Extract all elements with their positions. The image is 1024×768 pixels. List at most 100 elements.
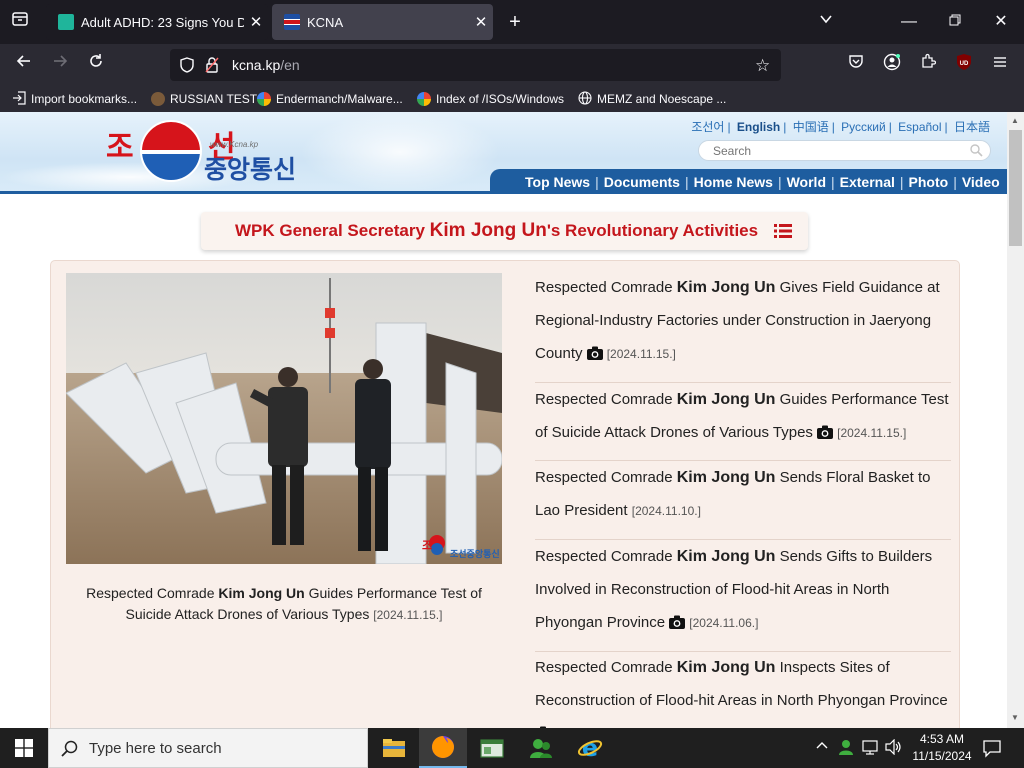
news-item[interactable]: Respected Comrade Kim Jong Un Sends Gift… (535, 540, 951, 652)
news-item[interactable]: Respected Comrade Kim Jong Un Guides Per… (535, 383, 951, 461)
logo-url: www.Kcna.kp (210, 140, 259, 149)
scroll-down-arrow-icon[interactable]: ▼ (1011, 713, 1019, 722)
tab-title: KCNA (307, 14, 344, 30)
news-item[interactable]: Respected Comrade Kim Jong Un Gives Fiel… (535, 271, 951, 383)
bookmark-russian-test[interactable]: RUSSIAN TEST (151, 90, 257, 108)
lang-english[interactable]: English (737, 120, 780, 134)
reload-icon[interactable] (84, 53, 108, 77)
messenger-icon[interactable] (517, 728, 565, 768)
nav-world[interactable]: World (787, 174, 826, 190)
forward-icon[interactable] (48, 53, 72, 77)
bookmark-index-isos[interactable]: Index of /ISOs/Windows (417, 90, 564, 108)
tracking-protection-icon[interactable] (179, 57, 195, 78)
main-navigation: Top News | Documents | Home News | World | E… (490, 169, 1007, 194)
google-icon (257, 92, 271, 106)
kcna-logo[interactable]: 조 선 www.Kcna.kp 중앙통신 (106, 118, 321, 188)
account-icon[interactable] (880, 53, 904, 77)
navigation-toolbar: kcna.kp/en ☆ UD (0, 44, 1024, 86)
list-icon[interactable] (774, 223, 792, 244)
taskbar-search-box[interactable]: Type here to search (48, 728, 368, 768)
language-bar: 조선어 | English | 中国语 | Русский | Español | 日本語 (691, 120, 990, 134)
svg-text:e: e (582, 735, 598, 761)
nav-documents[interactable]: Documents (604, 174, 680, 190)
nav-video[interactable]: Video (962, 174, 1000, 190)
new-tab-icon[interactable]: + (503, 10, 527, 34)
bookmark-label: Endermanch/Malware... (276, 92, 403, 106)
scroll-up-arrow-icon[interactable]: ▲ (1011, 116, 1019, 125)
bookmark-import[interactable]: Import bookmarks... (12, 90, 137, 108)
search-icon[interactable] (969, 143, 983, 162)
notifications-icon[interactable] (982, 738, 1002, 763)
bookmarks-toolbar: Import bookmarks... RUSSIAN TEST Enderma… (0, 86, 1024, 112)
camera-icon (535, 719, 551, 728)
google-icon (417, 92, 431, 106)
nav-photo[interactable]: Photo (909, 174, 949, 190)
show-hidden-icons-chevron[interactable] (816, 740, 828, 755)
windows-taskbar: Type here to search e 4:53 AM 11/15/2024 (0, 728, 1024, 768)
news-item[interactable]: Respected Comrade Kim Jong Un Inspects S… (535, 651, 951, 728)
revolutionary-activities-banner[interactable]: WPK General Secretary Kim Jong Un's Revo… (201, 212, 808, 250)
lang-spanish[interactable]: Español (898, 120, 941, 134)
internet-explorer-icon[interactable]: e (566, 728, 614, 768)
bookmark-endermanch[interactable]: Endermanch/Malware... (257, 90, 403, 108)
news-date: [2024.11.15.] (837, 426, 907, 440)
extensions-icon[interactable] (916, 53, 940, 77)
featured-caption[interactable]: Respected Comrade Kim Jong Un Guides Per… (66, 583, 502, 626)
nav-top-news[interactable]: Top News (525, 174, 590, 190)
news-date: [2024.11.06.] (689, 616, 759, 630)
clock-time: 4:53 AM (919, 732, 965, 746)
pocket-icon[interactable] (844, 53, 868, 77)
start-button[interactable] (0, 728, 48, 768)
address-bar[interactable]: kcna.kp/en ☆ (170, 49, 781, 81)
bookmark-label: MEMZ and Noescape ... (597, 92, 727, 106)
site-search-box (698, 140, 991, 161)
news-date: [2024.11.15.] (606, 347, 676, 361)
bookmark-star-icon[interactable]: ☆ (755, 56, 770, 76)
url-text[interactable]: kcna.kp/en (232, 57, 300, 73)
volume-icon[interactable] (885, 738, 903, 760)
firefox-view-icon[interactable] (8, 10, 32, 34)
banner-text: WPK General Secretary Kim Jong Un's Revo… (235, 220, 759, 241)
scrollbar-thumb[interactable] (1009, 130, 1022, 246)
hamburger-menu-icon[interactable] (988, 53, 1012, 77)
site-search-input[interactable] (713, 141, 963, 160)
file-explorer-icon[interactable] (370, 728, 418, 768)
ublock-origin-icon[interactable]: UD (952, 53, 976, 77)
bookmark-label: RUSSIAN TEST (170, 92, 258, 106)
photo-watermark: 조선중앙통신 (450, 548, 500, 560)
logo-emblem (140, 120, 202, 182)
svg-text:조: 조 (422, 539, 432, 552)
back-icon[interactable] (12, 53, 36, 77)
close-window-icon[interactable]: ✕ (989, 10, 1013, 34)
windows-logo-icon (15, 739, 33, 757)
nav-home-news[interactable]: Home News (694, 174, 773, 190)
people-tray-icon[interactable] (838, 738, 856, 761)
close-tab-icon[interactable]: ✕ (244, 13, 268, 31)
nav-external[interactable]: External (840, 174, 895, 190)
minimize-icon[interactable]: — (897, 10, 921, 34)
firefox-taskbar-icon[interactable] (419, 728, 467, 768)
lang-russian[interactable]: Русский (841, 120, 886, 134)
tab-kcna[interactable]: KCNA ✕ (272, 4, 493, 40)
camera-icon (817, 418, 834, 451)
bookmark-label: Import bookmarks... (31, 92, 138, 106)
app-window-icon[interactable] (468, 728, 516, 768)
tab-strip: Adult ADHD: 23 Signs You Do N ✕ KCNA ✕ +… (0, 0, 1024, 44)
taskbar-clock[interactable]: 4:53 AM 11/15/2024 (906, 731, 978, 765)
list-tabs-icon[interactable] (814, 10, 838, 34)
close-tab-icon[interactable]: ✕ (469, 13, 493, 31)
lang-chinese[interactable]: 中国语 (793, 120, 829, 134)
bookmark-memz[interactable]: MEMZ and Noescape ... (578, 90, 726, 108)
lang-korean[interactable]: 조선어 (691, 120, 724, 134)
kcna-flag-icon (284, 14, 300, 30)
lang-japanese[interactable]: 日本語 (954, 120, 990, 134)
taskbar-search-placeholder: Type here to search (89, 740, 222, 757)
insecure-lock-icon[interactable] (205, 57, 219, 78)
network-icon[interactable] (862, 739, 880, 760)
restore-icon[interactable] (943, 10, 967, 34)
svg-text:UD: UD (960, 61, 969, 67)
news-item[interactable]: Respected Comrade Kim Jong Un Sends Flor… (535, 461, 951, 540)
tab-adhd[interactable]: Adult ADHD: 23 Signs You Do N ✕ (46, 4, 268, 40)
page-scrollbar[interactable]: ▲ ▼ (1007, 112, 1024, 728)
featured-photo[interactable]: 조 조선중앙통신 (66, 273, 502, 564)
